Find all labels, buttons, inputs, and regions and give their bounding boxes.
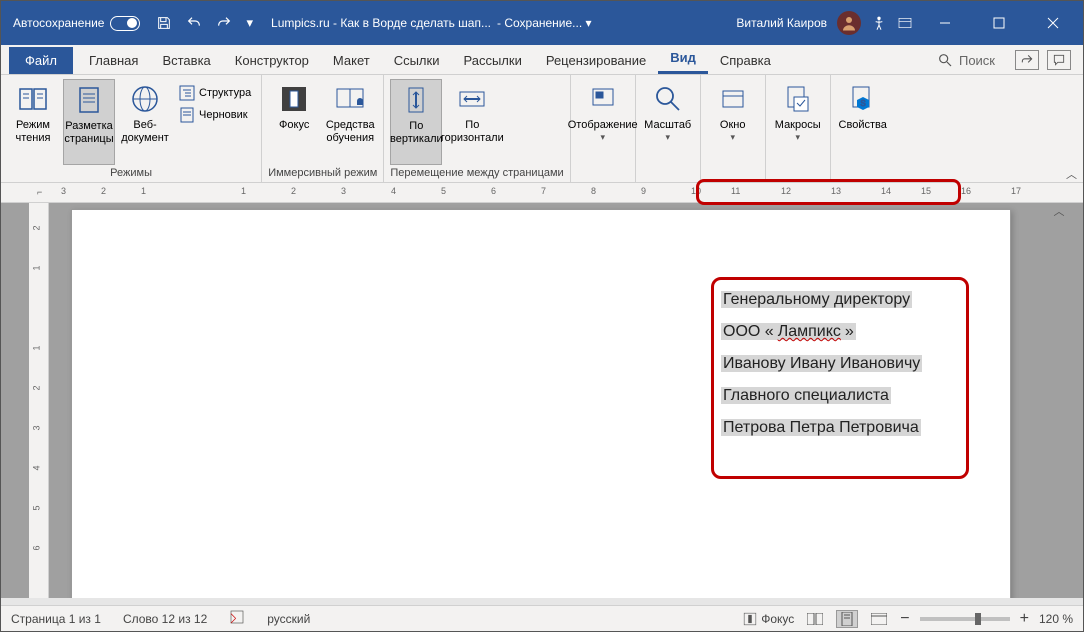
tab-review[interactable]: Рецензирование — [534, 47, 658, 74]
accessibility-icon[interactable] — [871, 15, 887, 31]
read-mode-label: Режим чтения — [11, 119, 55, 145]
user-avatar[interactable] — [837, 11, 861, 35]
collapse-ribbon-icon[interactable]: ︿ — [1066, 166, 1077, 182]
zoom-slider[interactable] — [920, 617, 1010, 621]
zoom-value[interactable]: 120 % — [1039, 612, 1073, 626]
tab-design[interactable]: Конструктор — [223, 47, 321, 74]
save-icon[interactable] — [156, 15, 172, 31]
document-area: ︿ 2 1 1 2 3 4 5 6 Генеральному директору… — [1, 203, 1083, 598]
print-layout-button[interactable]: Разметка страницы — [63, 79, 115, 165]
focus-label: Фокус — [279, 119, 309, 132]
tab-insert[interactable]: Вставка — [150, 47, 222, 74]
horizontal-button[interactable]: По горизонтали — [446, 79, 498, 165]
print-layout-label: Разметка страницы — [64, 120, 113, 146]
web-layout-button[interactable]: Веб-документ — [119, 79, 171, 165]
vertical-ruler[interactable]: 2 1 1 2 3 4 5 6 — [29, 203, 49, 598]
tab-view[interactable]: Вид — [658, 44, 708, 74]
properties-label: Свойства — [839, 119, 887, 132]
autosave[interactable]: Автосохранение — [13, 16, 140, 31]
read-view-icon[interactable] — [804, 610, 826, 628]
horizontal-label: По горизонтали — [441, 119, 504, 145]
macros-button[interactable]: Макросы ▾ — [772, 79, 824, 177]
ribbon-mode-icon[interactable] — [897, 15, 913, 31]
ribbon: Режим чтения Разметка страницы Веб-докум… — [1, 75, 1083, 183]
views-group-label: Режимы — [7, 165, 255, 182]
share-button[interactable] — [1015, 50, 1039, 70]
autosave-label: Автосохранение — [13, 16, 104, 30]
learning-tools-label: Средства обучения — [326, 119, 375, 145]
title-bar: Автосохранение ▾ Lumpics.ru - Как в Ворд… — [1, 1, 1083, 45]
word-count[interactable]: Слово 12 из 12 — [123, 612, 207, 626]
web-layout-label: Веб-документ — [121, 119, 169, 145]
maximize-button[interactable] — [977, 1, 1021, 45]
draft-label: Черновик — [199, 109, 248, 121]
properties-button[interactable]: S Свойства — [837, 79, 889, 177]
web-view-icon[interactable] — [868, 610, 890, 628]
close-button[interactable] — [1031, 1, 1075, 45]
ribbon-tabs: Файл Главная Вставка Конструктор Макет С… — [1, 45, 1083, 75]
language[interactable]: русский — [267, 612, 310, 626]
read-mode-button[interactable]: Режим чтения — [7, 79, 59, 165]
status-bar: Страница 1 из 1 Слово 12 из 12 русский Ф… — [1, 605, 1083, 631]
show-label: Отображение — [568, 119, 638, 132]
pagemove-group-label: Перемещение между страницами — [390, 165, 563, 182]
undo-icon[interactable] — [186, 15, 202, 31]
page-count[interactable]: Страница 1 из 1 — [11, 612, 101, 626]
minimize-button[interactable] — [923, 1, 967, 45]
user-name: Виталий Каиров — [736, 16, 827, 30]
focus-button[interactable]: Фокус — [268, 79, 320, 165]
outline-label: Структура — [199, 87, 251, 99]
save-status: - Сохранение... ▾ — [497, 16, 592, 30]
svg-text:S: S — [860, 99, 865, 108]
focus-mode-label: Фокус — [761, 612, 794, 626]
zoom-in-icon[interactable]: + — [1020, 610, 1029, 628]
zoom-out-icon[interactable]: − — [900, 610, 909, 628]
tab-references[interactable]: Ссылки — [382, 47, 452, 74]
learning-tools-button[interactable]: Средства обучения — [324, 79, 376, 165]
tab-layout[interactable]: Макет — [321, 47, 382, 74]
vertical-button[interactable]: По вертикали — [390, 79, 442, 165]
zoom-label: Масштаб — [644, 119, 691, 132]
vertical-label: По вертикали — [390, 120, 443, 146]
focus-mode[interactable]: Фокус — [743, 612, 794, 626]
immersive-group-label: Иммерсивный режим — [268, 165, 377, 182]
redo-icon[interactable] — [216, 15, 232, 31]
zoom-button[interactable]: Масштаб ▾ — [642, 79, 694, 177]
search-icon[interactable] — [937, 52, 953, 68]
search-label[interactable]: Поиск — [959, 53, 995, 68]
spell-check-icon[interactable] — [229, 609, 245, 628]
print-view-icon[interactable] — [836, 610, 858, 628]
show-button[interactable]: Отображение ▾ — [577, 79, 629, 177]
scroll-up-icon[interactable]: ︿ — [1049, 203, 1069, 221]
autosave-toggle[interactable] — [110, 16, 140, 31]
macros-label: Макросы — [775, 119, 821, 132]
window-button[interactable]: Окно ▾ — [707, 79, 759, 177]
comments-button[interactable] — [1047, 50, 1071, 70]
outline-button[interactable]: Структура — [175, 83, 255, 103]
tab-mailings[interactable]: Рассылки — [451, 47, 533, 74]
highlight-ruler — [696, 179, 961, 205]
document-title: Lumpics.ru - Как в Ворде сделать шап... — [271, 16, 491, 30]
window-label: Окно — [720, 119, 746, 132]
tab-help[interactable]: Справка — [708, 47, 783, 74]
highlight-text — [711, 277, 969, 479]
tab-home[interactable]: Главная — [77, 47, 150, 74]
tab-file[interactable]: Файл — [9, 47, 73, 74]
draft-button[interactable]: Черновик — [175, 105, 255, 125]
